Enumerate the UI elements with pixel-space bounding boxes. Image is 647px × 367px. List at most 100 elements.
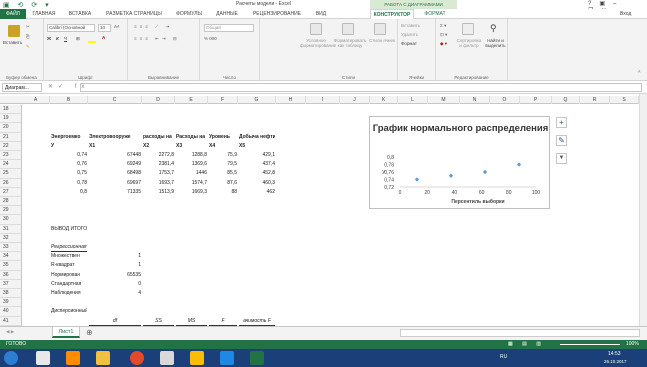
cell-c24[interactable]: 69249 <box>89 160 141 169</box>
tab-data[interactable]: ДАННЫЕ <box>210 9 244 19</box>
row-header-31[interactable]: 31 <box>0 224 22 234</box>
cell-f23[interactable]: 75,9 <box>209 151 237 160</box>
column-header-g[interactable]: G <box>238 96 276 104</box>
column-header-a[interactable]: A <box>22 96 50 104</box>
data-point[interactable] <box>482 169 488 175</box>
row-header-27[interactable]: 27 <box>0 187 22 197</box>
language-indicator[interactable]: RU <box>500 354 507 360</box>
x-axis-label[interactable]: Персентиль выборки <box>451 198 504 205</box>
formula-input[interactable] <box>80 83 642 92</box>
column-header-p[interactable]: P <box>520 96 552 104</box>
bold-button[interactable]: Ж <box>47 36 51 41</box>
cell-d26[interactable]: 1693,7 <box>143 179 174 188</box>
paste-button[interactable]: Вставить <box>3 40 22 45</box>
cell-b34[interactable]: Множествен <box>51 252 87 261</box>
delete-cells-button[interactable]: Удалить <box>401 32 418 37</box>
cell-b38[interactable]: Наблюдения <box>51 289 87 298</box>
cell-e41[interactable]: MS <box>176 317 207 326</box>
row-header-38[interactable]: 38 <box>0 289 22 299</box>
find-icon[interactable]: ⚲ <box>490 23 497 34</box>
paste-icon[interactable] <box>8 25 20 37</box>
column-header-i[interactable]: I <box>306 96 340 104</box>
cell-d41[interactable]: SS <box>143 317 174 326</box>
zoom-level[interactable]: 100% <box>626 340 639 349</box>
row-header-37[interactable]: 37 <box>0 279 22 289</box>
cell-c26[interactable]: 69697 <box>89 179 141 188</box>
cell-d24[interactable]: 2381,4 <box>143 160 174 169</box>
row-header-26[interactable]: 26 <box>0 178 22 188</box>
view-mode-icons[interactable]: ▦ ▤ ▥ <box>508 340 545 349</box>
app-icon-2[interactable] <box>66 351 80 365</box>
sort-filter-icon[interactable] <box>462 23 474 35</box>
column-header-c[interactable]: C <box>88 96 142 104</box>
row-header-19[interactable]: 19 <box>0 114 22 124</box>
row-header-32[interactable]: 32 <box>0 233 22 243</box>
cell-d25[interactable]: 1753,7 <box>143 169 174 178</box>
cell-styles-icon[interactable] <box>374 23 386 35</box>
cell-g41[interactable]: ачимость F <box>239 317 275 326</box>
word-icon[interactable] <box>220 351 234 365</box>
cell-b37[interactable]: Стандартная <box>51 280 87 289</box>
row-header-39[interactable]: 39 <box>0 298 22 308</box>
column-header-j[interactable]: J <box>340 96 370 104</box>
row-header-28[interactable]: 28 <box>0 197 22 207</box>
cell-b27[interactable]: 0,8 <box>51 188 87 197</box>
cell-f27[interactable]: 88 <box>209 188 237 197</box>
cell-b21[interactable]: Энергоемко <box>51 133 87 142</box>
help-icon[interactable]: ? <box>588 1 599 7</box>
number-format-select[interactable]: Общий <box>204 24 254 32</box>
row-header-34[interactable]: 34 <box>0 252 22 262</box>
fill-color-icon[interactable] <box>88 37 96 43</box>
column-header-s[interactable]: S <box>610 96 639 104</box>
align-top-icons[interactable]: ≡≡≡ ⟋ ⇥ <box>134 24 172 30</box>
collapse-ribbon-icon[interactable]: ˄ <box>638 69 641 74</box>
tab-format[interactable]: ФОРМАТ <box>416 9 454 19</box>
cell-b23[interactable]: 0,74 <box>51 151 87 160</box>
format-painter-icon[interactable]: ✎ <box>26 44 30 50</box>
tab-home[interactable]: ГЛАВНАЯ <box>28 9 60 19</box>
cell-c27[interactable]: 71335 <box>89 188 141 197</box>
format-cells-button[interactable]: Формат <box>401 41 417 46</box>
cell-b36[interactable]: Нормирован <box>51 271 87 280</box>
cell-b25[interactable]: 0,75 <box>51 169 87 178</box>
cell-g24[interactable]: 437,4 <box>239 160 275 169</box>
insert-cells-button[interactable]: Вставить <box>401 23 420 28</box>
italic-button[interactable]: К <box>56 36 59 41</box>
cell-e25[interactable]: 1446 <box>176 169 207 178</box>
column-header-f[interactable]: F <box>208 96 238 104</box>
format-as-table-button[interactable]: Форматировать как таблицу <box>332 38 368 48</box>
chart[interactable]: График нормального распределения 0 20 40 60… <box>369 116 550 209</box>
column-header-d[interactable]: D <box>142 96 175 104</box>
cell-b24[interactable]: 0,76 <box>51 160 87 169</box>
cell-c36[interactable]: 65535 <box>89 271 141 280</box>
cell-c41[interactable]: df <box>89 317 141 326</box>
column-header-m[interactable]: M <box>428 96 460 104</box>
cell-b26[interactable]: 0,78 <box>51 179 87 188</box>
borders-icon[interactable]: ⊞ <box>76 36 80 42</box>
data-point[interactable] <box>516 162 522 167</box>
tab-view[interactable]: ВИД <box>310 9 332 19</box>
cell-g22[interactable]: X5 <box>239 142 275 151</box>
name-box[interactable]: Диаграм... <box>2 83 42 92</box>
cell-e23[interactable]: 1288,8 <box>176 151 207 160</box>
row-header-25[interactable]: 25 <box>0 169 22 179</box>
horizontal-scrollbar[interactable] <box>400 329 640 337</box>
fill-icon[interactable]: ⊡ ▾ <box>440 32 447 38</box>
font-name-select[interactable]: Calibri (Основной <box>47 24 95 32</box>
copy-icon[interactable]: ⎘ <box>26 34 30 39</box>
cell-e22[interactable]: X3 <box>176 142 207 151</box>
cell-g23[interactable]: 429,1 <box>239 151 275 160</box>
underline-button[interactable]: Ч <box>64 36 67 41</box>
cell-c35[interactable]: 1 <box>89 261 141 270</box>
vertical-scrollbar[interactable] <box>639 94 647 326</box>
cell-d23[interactable]: 2272,8 <box>143 151 174 160</box>
quick-access-toolbar[interactable]: ▣ ⟲ ⟳ ▾ <box>3 1 52 9</box>
cell-b33[interactable]: Регрессионная статистика <box>51 243 87 253</box>
cell-c34[interactable]: 1 <box>89 252 141 261</box>
font-color-icon[interactable]: A <box>102 35 105 40</box>
sort-filter-button[interactable]: Сортировка и фильтр <box>455 38 483 48</box>
cell-f24[interactable]: 79,5 <box>209 160 237 169</box>
cell-styles-button[interactable]: Стили ячеек <box>368 38 396 43</box>
zoom-slider[interactable] <box>560 344 620 345</box>
data-point[interactable] <box>448 173 454 178</box>
